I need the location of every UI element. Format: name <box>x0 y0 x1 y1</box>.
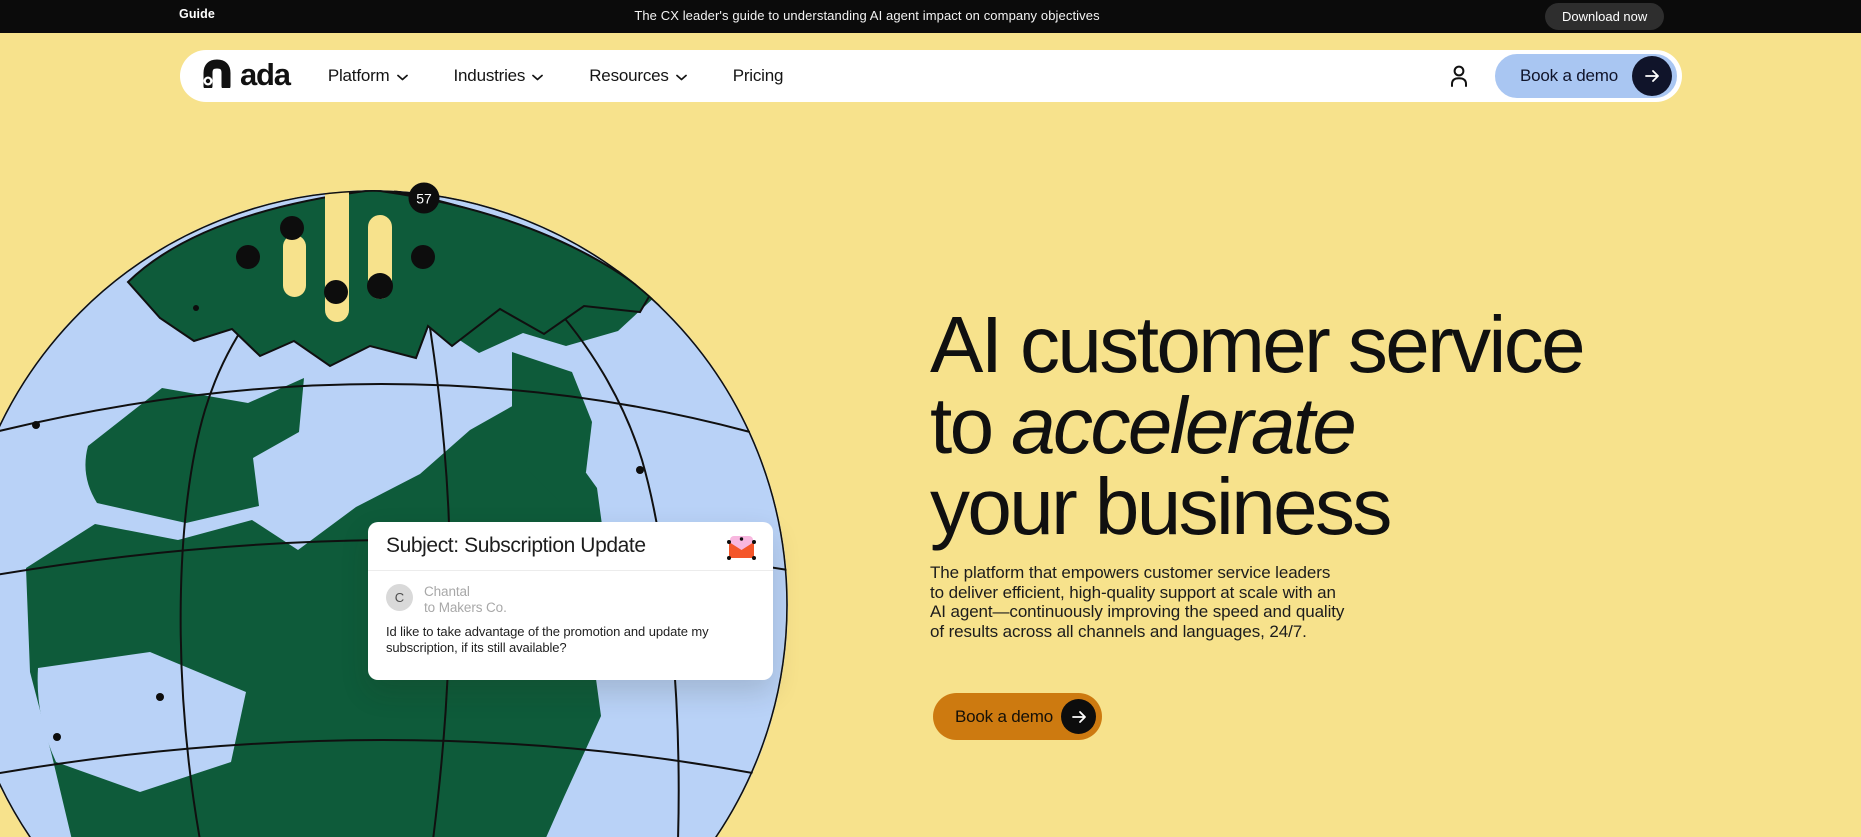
arrow-right-icon <box>1632 56 1672 96</box>
hero-title: AI customer service to accelerate your b… <box>930 304 1650 547</box>
sender-name: Chantal <box>424 584 470 599</box>
hero-section: 57 Subject: Subscription Update C Chanta… <box>0 33 1861 837</box>
download-now-button[interactable]: Download now <box>1545 3 1665 30</box>
email-card-header: Subject: Subscription Update <box>368 522 773 571</box>
chevron-down-icon <box>675 74 687 80</box>
hero-title-line2: to accelerate <box>930 381 1357 470</box>
announcement-bar: Guide The CX leader's guide to understan… <box>0 0 1861 33</box>
ada-logo-text: ada <box>240 56 291 92</box>
nav-item-platform[interactable]: Platform <box>328 66 408 86</box>
arrow-right-icon <box>1061 699 1096 734</box>
chevron-down-icon <box>396 74 408 80</box>
ada-logo-icon <box>202 59 232 93</box>
sender-avatar: C <box>386 584 413 611</box>
hero-paragraph: The platform that empowers customer serv… <box>930 563 1345 641</box>
nav-item-resources[interactable]: Resources <box>589 66 687 86</box>
main-navbar: ada Platform Industries Resources Pricin… <box>180 50 1682 102</box>
email-preview-card: Subject: Subscription Update C Chantal t… <box>368 522 773 680</box>
announcement-message: The CX leader's guide to understanding A… <box>634 8 1100 23</box>
hero-title-line1: AI customer service <box>930 300 1586 389</box>
hero-title-line3: your business <box>930 462 1392 551</box>
hero-copy: AI customer service to accelerate your b… <box>930 304 1650 641</box>
email-message: Id like to take advantage of the promoti… <box>386 624 709 655</box>
email-subject: Subject: Subscription Update <box>386 534 646 557</box>
sender-info: Chantal to Makers Co. <box>424 584 507 615</box>
person-icon <box>1451 65 1468 87</box>
nav-item-pricing[interactable]: Pricing <box>733 66 784 86</box>
nav-right-group: Book a demo <box>1440 51 1680 101</box>
notification-badge: 57 <box>408 182 440 214</box>
announcement-label: Guide <box>179 7 215 21</box>
nav-item-industries[interactable]: Industries <box>454 66 544 86</box>
email-sender-row: C Chantal to Makers Co. <box>368 571 773 615</box>
ada-logo[interactable]: ada <box>202 56 291 94</box>
svg-text:57: 57 <box>416 191 432 207</box>
book-demo-nav-button[interactable]: Book a demo <box>1492 51 1680 101</box>
sender-recipient: to Makers Co. <box>424 599 507 615</box>
account-button[interactable] <box>1440 57 1478 95</box>
envelope-icon <box>726 534 757 566</box>
book-demo-hero-button[interactable]: Book a demo <box>933 693 1102 740</box>
chevron-down-icon <box>532 74 544 80</box>
hero-title-italic: accelerate <box>1011 381 1357 470</box>
nav-menu: Platform Industries Resources Pricing <box>328 66 784 86</box>
